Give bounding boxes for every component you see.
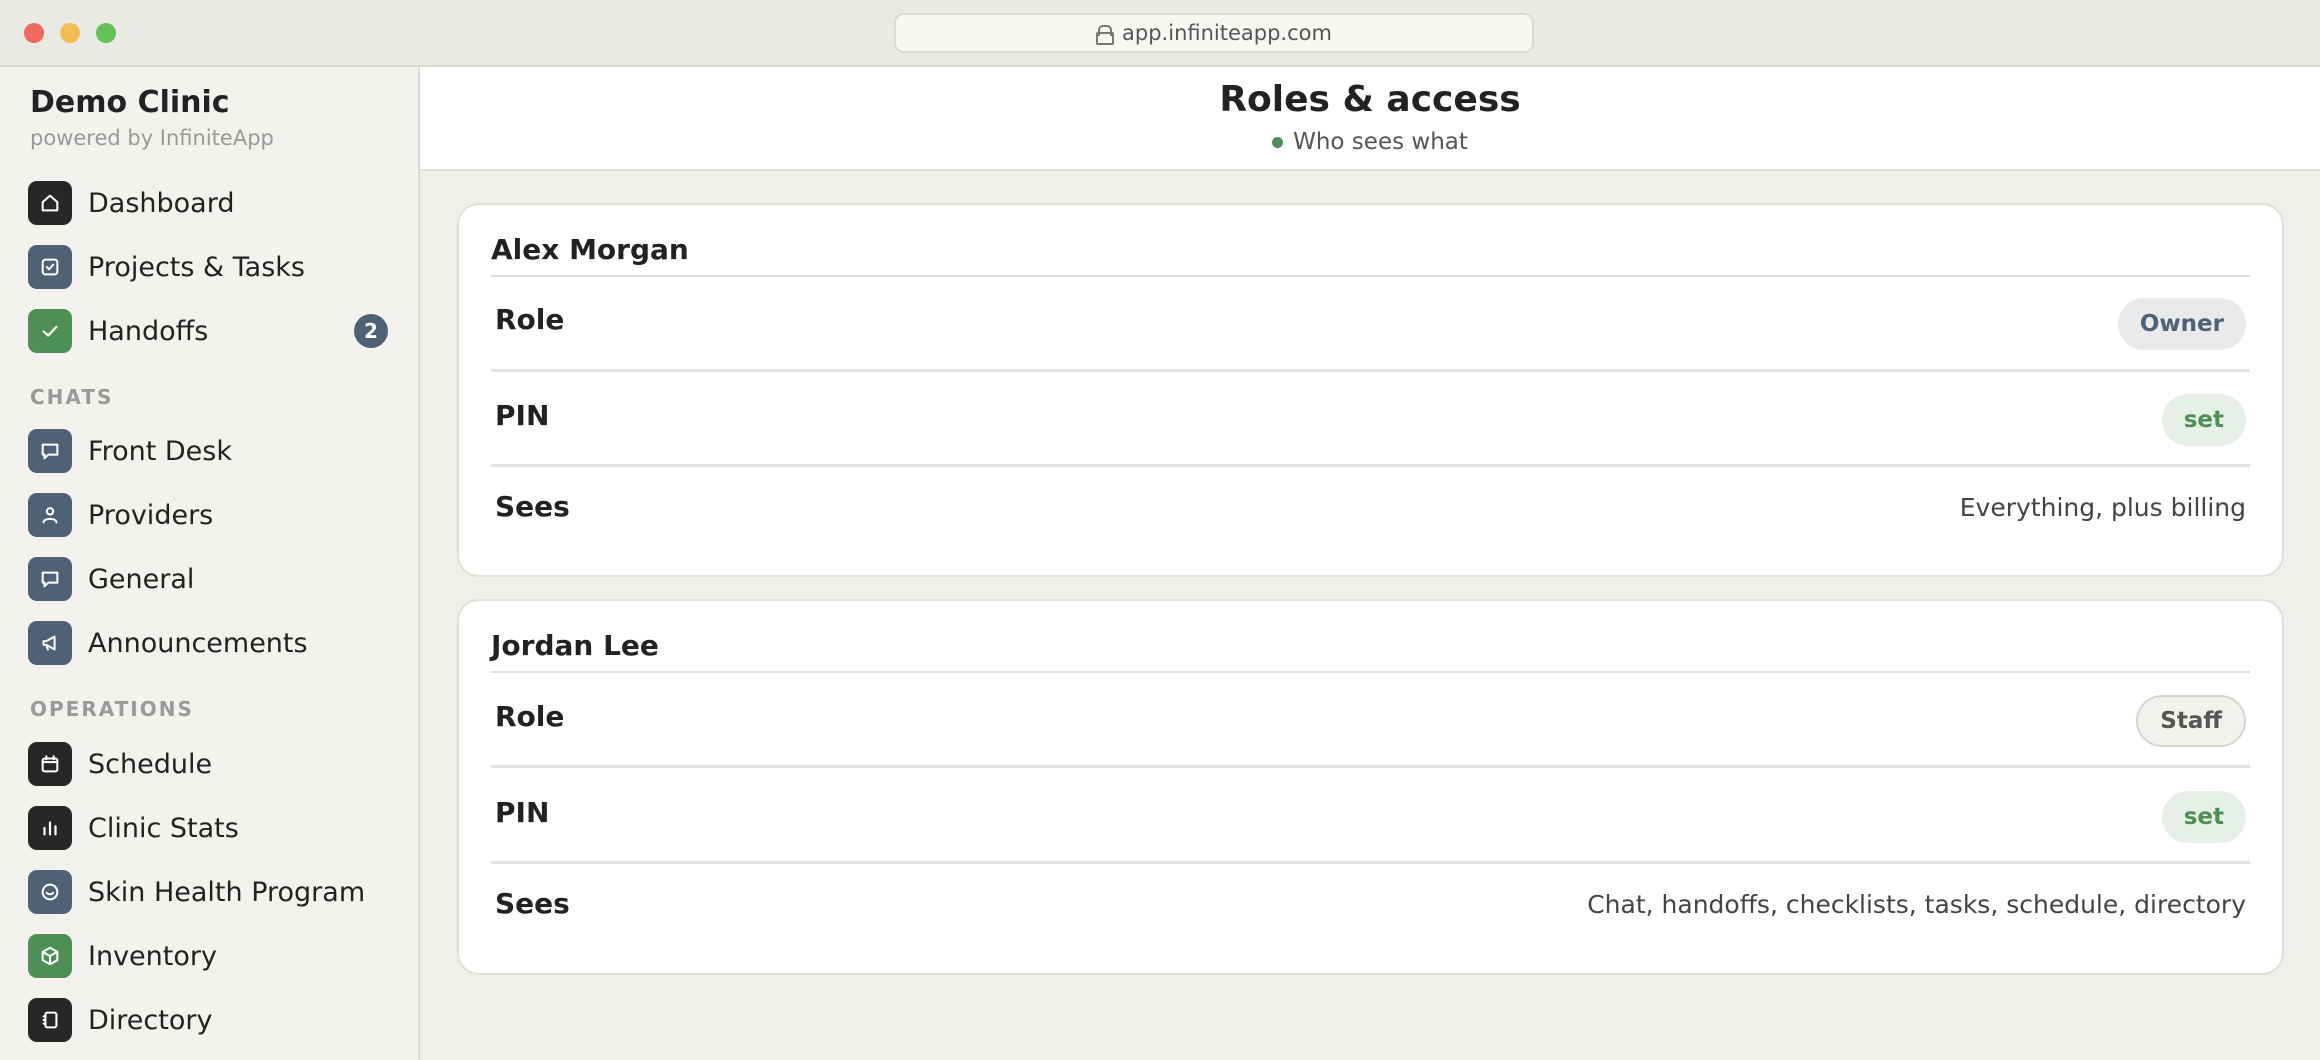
- sidebar-item-inventory[interactable]: Inventory: [28, 933, 388, 979]
- sidebar-item-handoffs[interactable]: Handoffs 2: [28, 308, 388, 354]
- role-label: Role: [495, 303, 565, 336]
- sidebar-item-label: Clinic Stats: [88, 812, 239, 844]
- sidebar-item-label: Schedule: [88, 748, 213, 780]
- user-name: Jordan Lee: [491, 629, 659, 662]
- handoffs-count-badge: 2: [354, 314, 388, 348]
- check-icon: [28, 309, 72, 353]
- pin-label: PIN: [495, 796, 550, 829]
- sidebar-item-label: General: [88, 563, 195, 595]
- sees-value: Everything, plus billing: [1959, 493, 2246, 522]
- smile-icon: [28, 870, 72, 914]
- pin-label: PIN: [495, 399, 550, 432]
- window-close-button[interactable]: [24, 23, 44, 43]
- page-title: Roles & access: [1219, 79, 1521, 120]
- checkbox-icon: [28, 245, 72, 289]
- user-name: Alex Morgan: [491, 233, 689, 266]
- address-bar[interactable]: app.infiniteapp.com: [894, 13, 1534, 53]
- sidebar-item-schedule[interactable]: Schedule: [28, 741, 388, 787]
- page-subtitle: Who sees what: [420, 129, 2320, 155]
- megaphone-icon: [28, 621, 72, 665]
- status-dot: [1272, 136, 1284, 148]
- sidebar-item-dashboard[interactable]: Dashboard: [28, 180, 388, 226]
- sidebar-item-label: Providers: [88, 499, 214, 531]
- pin-status-badge: set: [2161, 791, 2246, 843]
- sidebar-item-front-desk[interactable]: Front Desk: [28, 428, 388, 474]
- browser-toolbar: app.infiniteapp.com: [0, 0, 2320, 67]
- brand-title: Demo Clinic: [30, 85, 230, 120]
- brand-powered-by: powered by InfiniteApp: [30, 126, 274, 150]
- sidebar-item-clinic-stats[interactable]: Clinic Stats: [28, 805, 388, 851]
- page-header: Roles & access Who sees what: [420, 67, 2320, 171]
- role-label: Role: [495, 700, 565, 733]
- sees-value: Chat, handoffs, checklists, tasks, sched…: [1587, 890, 2246, 919]
- sidebar-item-label: Handoffs: [88, 315, 209, 347]
- pin-status-badge: set: [2161, 394, 2246, 446]
- contacts-icon: [28, 998, 72, 1042]
- window-minimize-button[interactable]: [60, 23, 80, 43]
- address-bar-url: app.infiniteapp.com: [1122, 21, 1332, 45]
- sidebar-item-label: Front Desk: [88, 435, 232, 467]
- chat-icon: [28, 429, 72, 473]
- role-badge[interactable]: Owner: [2117, 298, 2246, 350]
- user-card: Jordan Lee Role Staff PIN set Sees Chat,…: [457, 599, 2284, 975]
- sidebar-item-label: Announcements: [88, 627, 308, 659]
- calendar-icon: [28, 742, 72, 786]
- sidebar: Demo Clinic powered by InfiniteApp Dashb…: [0, 67, 420, 1060]
- page-subtitle-text: Who sees what: [1293, 129, 1468, 155]
- sidebar-item-label: Directory: [88, 1004, 213, 1036]
- box-icon: [28, 934, 72, 978]
- sidebar-item-label: Dashboard: [88, 187, 235, 219]
- home-icon: [28, 181, 72, 225]
- lock-icon: [1096, 25, 1115, 45]
- sidebar-item-directory[interactable]: Directory: [28, 997, 388, 1043]
- sees-label: Sees: [495, 887, 570, 920]
- section-heading-operations: OPERATIONS: [30, 697, 194, 721]
- sidebar-item-label: Projects & Tasks: [88, 251, 306, 283]
- sidebar-item-label: Inventory: [88, 940, 217, 972]
- sidebar-item-skin-health-program[interactable]: Skin Health Program: [28, 869, 388, 915]
- user-card: Alex Morgan Role Owner PIN set Sees Ever…: [457, 203, 2284, 577]
- bar-chart-icon: [28, 806, 72, 850]
- window-zoom-button[interactable]: [96, 23, 116, 43]
- sidebar-item-announcements[interactable]: Announcements: [28, 620, 388, 666]
- sidebar-item-label: Skin Health Program: [88, 876, 366, 908]
- section-heading-chats: CHATS: [30, 385, 114, 409]
- sees-label: Sees: [495, 490, 570, 523]
- sidebar-item-general[interactable]: General: [28, 556, 388, 602]
- role-badge[interactable]: Staff: [2136, 695, 2246, 747]
- sidebar-item-providers[interactable]: Providers: [28, 492, 388, 538]
- sidebar-item-projects-tasks[interactable]: Projects & Tasks: [28, 244, 388, 290]
- chat-icon: [28, 557, 72, 601]
- person-icon: [28, 493, 72, 537]
